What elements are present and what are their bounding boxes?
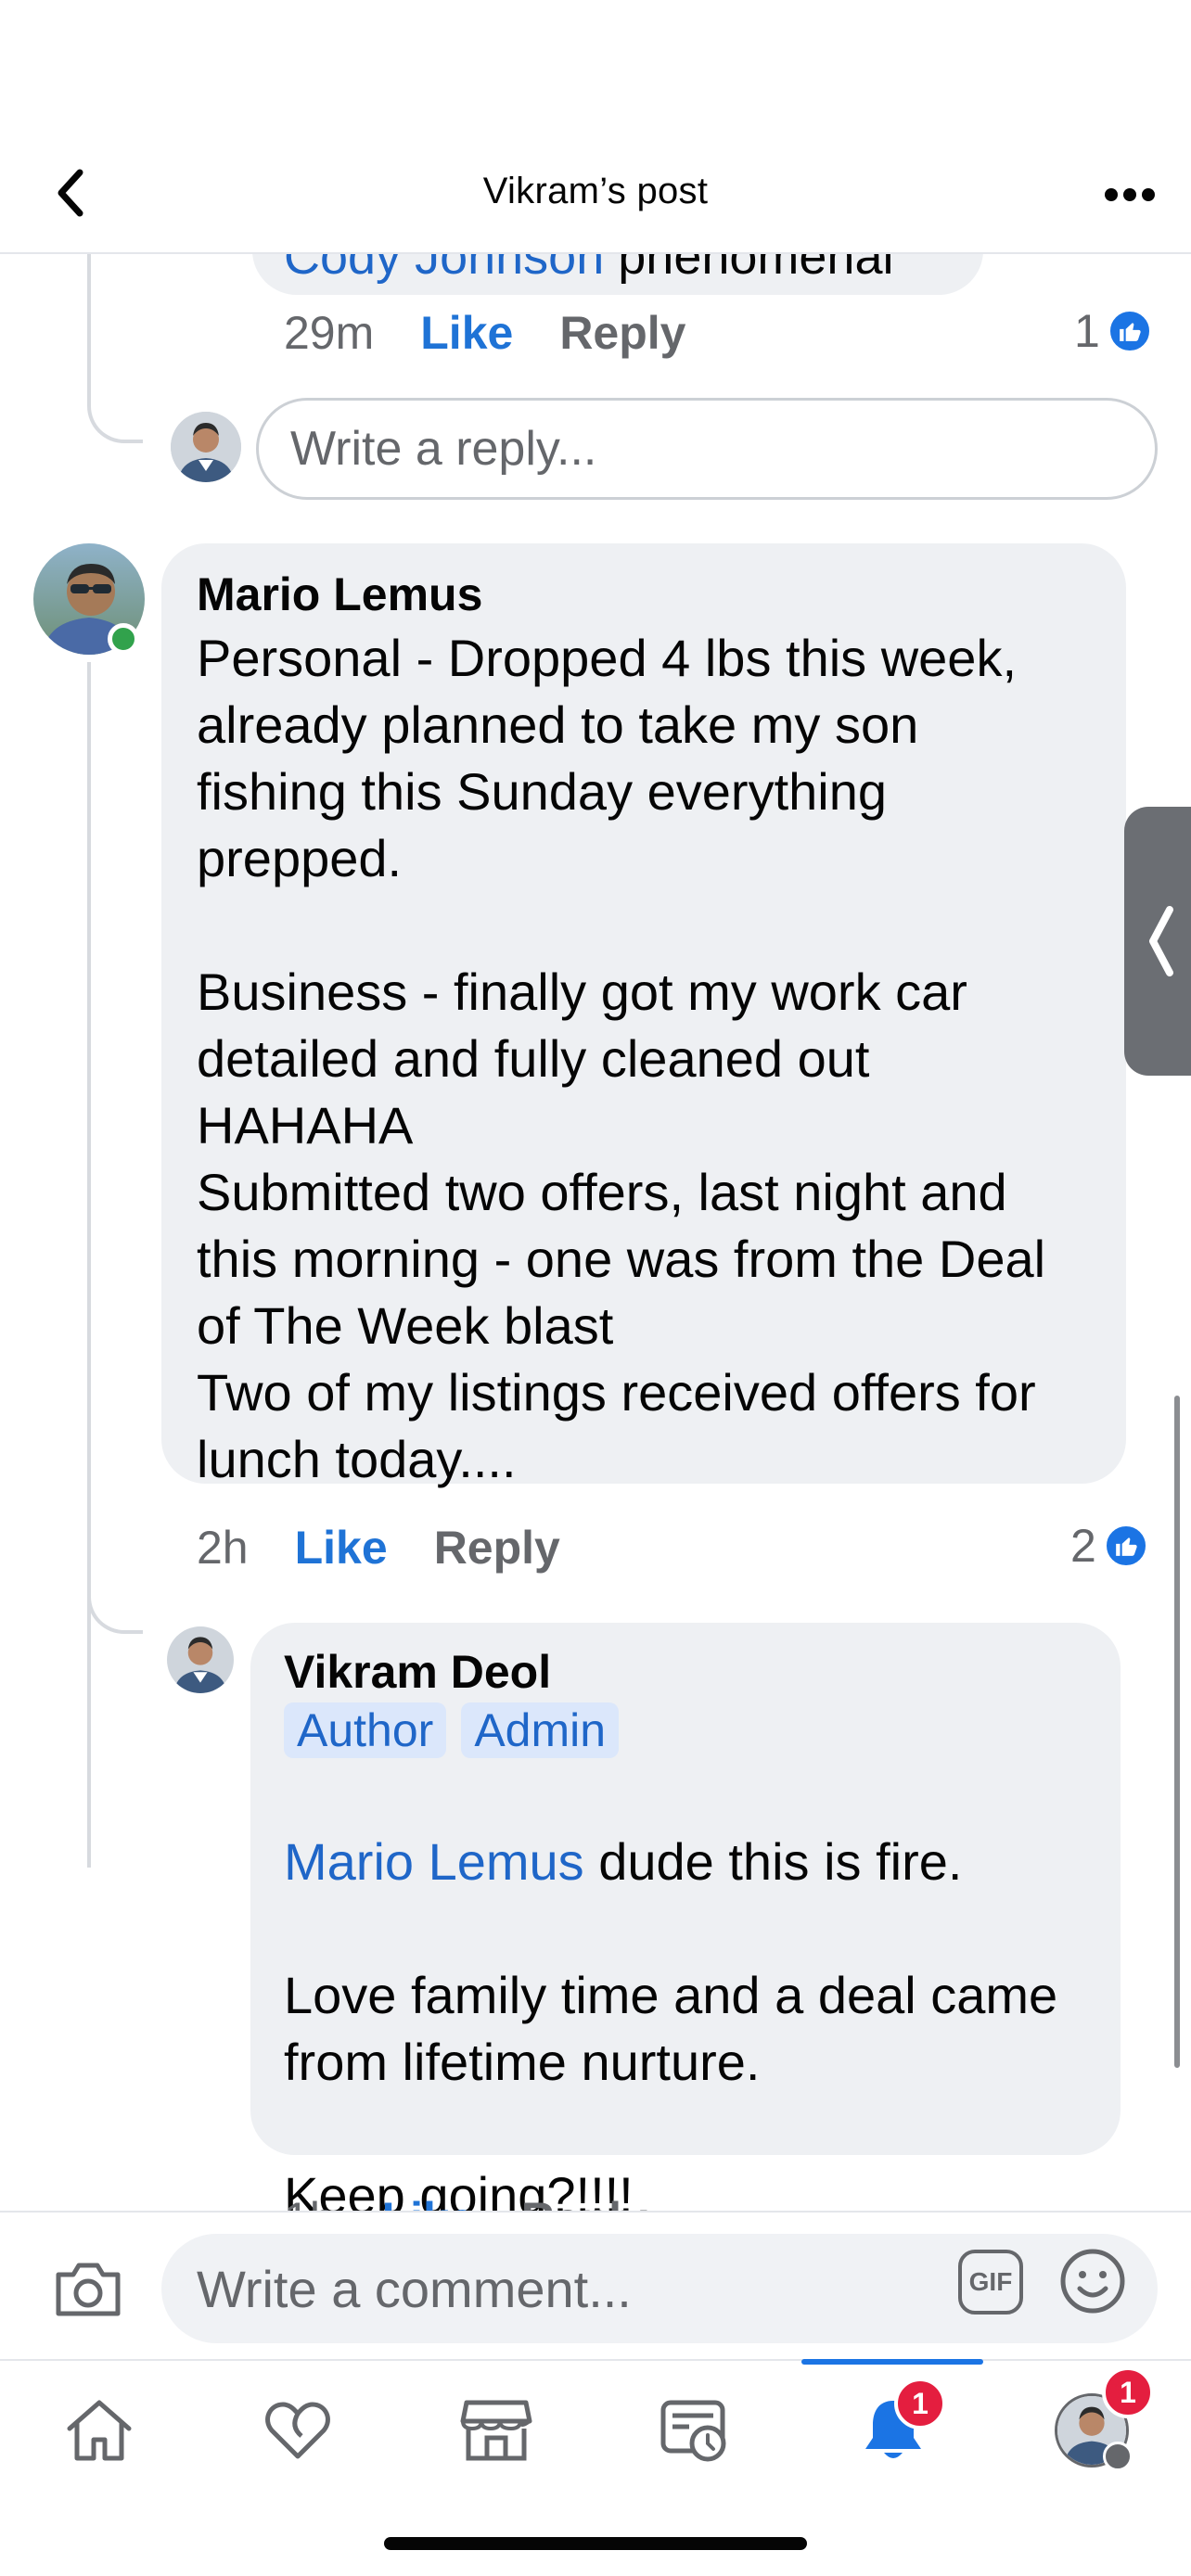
previous-comment-text: Cody Johnson phenomenal (284, 254, 894, 286)
like-button[interactable]: Like (382, 2192, 475, 2211)
badge-admin: Admin (461, 1702, 620, 1758)
reply-button[interactable]: Reply (559, 306, 685, 360)
thread-line (87, 662, 91, 1868)
comment-text: Personal - Dropped 4 lbs this week, alre… (197, 629, 1046, 1488)
reply-button[interactable]: Reply (434, 1521, 560, 1575)
smiley-icon (1060, 2249, 1125, 2314)
mention-link[interactable]: Mario Lemus (284, 1832, 584, 1891)
tab-marketplace[interactable] (397, 2361, 596, 2500)
comment-actions-previous: 29m Like Reply (284, 300, 686, 365)
reply-button[interactable]: Reply (521, 2192, 647, 2211)
more-options-button[interactable] (1096, 161, 1163, 228)
reaction-count[interactable]: 2 (1070, 1519, 1148, 1573)
comment-timestamp: 2h (197, 1522, 249, 1574)
more-horizontal-icon (1105, 188, 1155, 201)
thumbs-up-icon (1103, 1524, 1148, 1568)
tab-memories[interactable] (596, 2361, 794, 2500)
comment-content-vikram: Vikram Deol Author Admin Mario Lemus dud… (284, 1643, 1109, 2211)
like-button[interactable]: Like (295, 1521, 388, 1575)
page-title: Vikram’s post (482, 171, 709, 211)
badge-author: Author (284, 1702, 447, 1758)
reaction-count[interactable]: 1 (1074, 304, 1152, 358)
comment-text-body: Love family time and a deal came from li… (284, 1966, 1058, 2211)
comment-actions-vikram: 1h Like Reply (284, 2187, 647, 2211)
feed-clock-icon (660, 2400, 726, 2462)
post-header: Vikram’s post (0, 158, 1191, 254)
thread-connector (87, 1571, 143, 1634)
status-bar-area (0, 0, 1191, 158)
home-icon (67, 2400, 132, 2461)
comment-author[interactable]: Mario Lemus (197, 564, 1115, 625)
current-user-avatar (171, 412, 241, 482)
like-button[interactable]: Like (420, 306, 513, 360)
comment-author[interactable]: Vikram Deol (284, 1643, 1109, 1701)
menu-icon (1103, 2442, 1133, 2471)
comments-list[interactable]: Cody Johnson phenomenal 29m Like Reply 1… (0, 254, 1191, 2211)
comment-composer: Write a comment... GIF (0, 2211, 1191, 2359)
comment-text: Mario Lemus dude this is fire. (284, 1832, 963, 1891)
camera-button[interactable] (48, 2250, 128, 2329)
thumbs-up-icon (1107, 309, 1152, 353)
notification-badge: 1 (894, 2378, 946, 2429)
camera-icon (56, 2263, 121, 2316)
comment-content-mario: Mario Lemus Personal - Dropped 4 lbs thi… (197, 564, 1115, 1493)
home-indicator (384, 2537, 807, 2550)
scrollbar[interactable] (1174, 1396, 1180, 2068)
chevron-left-icon (1149, 906, 1173, 976)
gif-button[interactable]: GIF (958, 2250, 1023, 2315)
mention-link[interactable]: Cody Johnson (284, 254, 604, 285)
tab-home[interactable] (0, 2361, 198, 2500)
marketplace-icon (460, 2400, 532, 2461)
comment-timestamp: 1h (284, 2192, 336, 2211)
side-panel-handle[interactable] (1124, 807, 1191, 1076)
comment-actions-mario: 2h Like Reply (197, 1515, 560, 1580)
emoji-button[interactable] (1057, 2246, 1128, 2316)
tab-notifications[interactable]: 1 (794, 2361, 992, 2500)
bottom-tab-bar: 1 1 (0, 2359, 1191, 2576)
author-badges: Author Admin (284, 1702, 1109, 1758)
vikram-deol-avatar[interactable] (167, 1626, 234, 1693)
thread-connector (87, 347, 143, 443)
profile-notification-badge: 1 (1102, 2366, 1154, 2418)
heart-icon (265, 2402, 330, 2459)
reply-input[interactable]: Write a reply... (256, 398, 1158, 500)
comment-timestamp: 29m (284, 307, 375, 359)
tab-profile-menu[interactable]: 1 (992, 2361, 1191, 2500)
online-status-indicator (108, 623, 139, 655)
tab-dating[interactable] (198, 2361, 397, 2500)
